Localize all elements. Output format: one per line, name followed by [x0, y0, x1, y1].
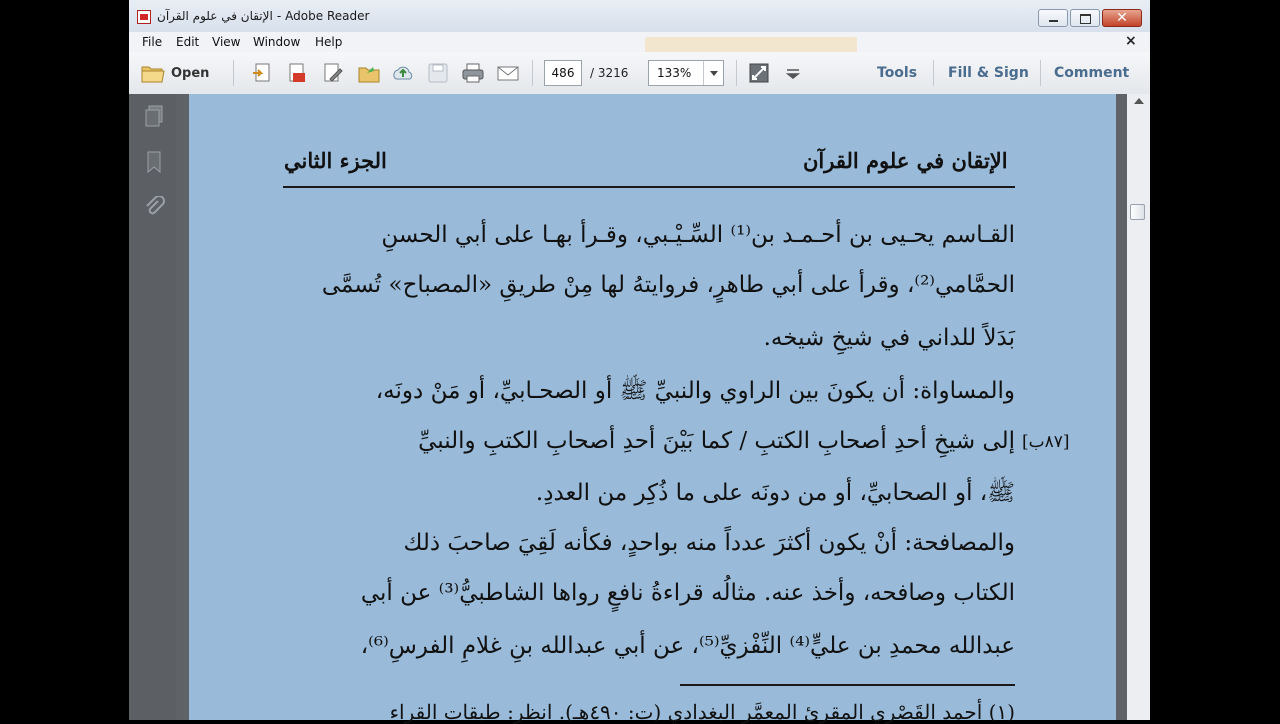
tools-link[interactable]: Tools — [877, 65, 917, 81]
document-close-icon[interactable]: × — [1125, 33, 1137, 49]
header-rule — [283, 186, 1015, 188]
text-line: القـاسم يحـيى بن أحـمـد بن⁽¹⁾ السِّـيْـب… — [381, 222, 1015, 248]
minimize-button[interactable] — [1038, 9, 1068, 27]
zoom-select[interactable]: 133% — [648, 60, 724, 86]
toolbar-separator — [1040, 60, 1041, 86]
margin-marker: [٨٧ب] — [1022, 432, 1070, 452]
text-line: والمساواة: أن يكونَ بين الراوي والنبيِّ … — [375, 378, 1015, 404]
reader-window: الإتقان في علوم القرآن - Adobe Reader ✕ Fi… — [129, 0, 1150, 720]
menu-view[interactable]: View — [212, 35, 240, 49]
toolbar-separator — [532, 60, 533, 86]
edit-pdf-icon[interactable] — [321, 61, 345, 85]
close-button[interactable]: ✕ — [1102, 9, 1142, 27]
text-line: الكتاب وصافحه، وأخذ عنه. مثالُه قراءةُ ن… — [360, 580, 1015, 606]
toolbar-separator — [933, 60, 934, 86]
toolbar-separator — [736, 60, 737, 86]
share-folder-icon[interactable] — [357, 61, 381, 85]
menu-edit[interactable]: Edit — [176, 35, 199, 49]
page-total: / 3216 — [590, 66, 629, 80]
chevron-down-icon[interactable] — [703, 61, 724, 85]
print-icon[interactable] — [461, 61, 485, 85]
title-bar: الإتقان في علوم القرآن - Adobe Reader ✕ — [129, 0, 1150, 32]
window-title: الإتقان في علوم القرآن - Adobe Reader — [157, 9, 369, 23]
bookmark-icon[interactable] — [143, 150, 165, 174]
folder-icon — [141, 66, 165, 83]
menu-file[interactable]: File — [142, 35, 162, 49]
close-icon: ✕ — [1116, 10, 1128, 26]
comment-link[interactable]: Comment — [1054, 65, 1129, 81]
email-icon[interactable] — [496, 61, 520, 85]
text-line: الحمَّامي⁽²⁾، وقرأ على أبي طاهرٍ، فروايت… — [321, 272, 1015, 298]
page-number-input[interactable]: 486 — [544, 60, 582, 86]
navigation-panel — [129, 94, 176, 720]
menu-window[interactable]: Window — [253, 35, 300, 49]
background-left — [0, 0, 129, 720]
create-pdf-icon[interactable] — [251, 61, 275, 85]
fill-sign-link[interactable]: Fill & Sign — [948, 65, 1029, 81]
footnote-line: (١) أحمد القَصْري المقرئ المعمَّر البغدا… — [389, 700, 1015, 724]
toolbar-options-icon[interactable] — [781, 61, 805, 85]
open-label[interactable]: Open — [171, 66, 209, 81]
text-line: ﷺ، أو الصحابيِّ، أو من دونَه على ما ذُكِ… — [535, 480, 1015, 506]
menu-bar: File Edit View Window Help × — [129, 32, 1150, 52]
open-button[interactable] — [139, 61, 167, 85]
footnote-rule — [680, 684, 1015, 686]
export-pdf-icon[interactable] — [285, 61, 309, 85]
zoom-value: 133% — [657, 66, 692, 80]
attachment-icon[interactable] — [143, 196, 165, 220]
maximize-button[interactable] — [1070, 9, 1100, 27]
save-icon[interactable] — [426, 61, 450, 85]
page-header-part: الجزء الثاني — [284, 148, 387, 173]
fit-page-icon[interactable] — [747, 61, 771, 85]
toolbar-separator — [233, 60, 234, 86]
vertical-scrollbar[interactable] — [1127, 94, 1150, 720]
text-line: إلى شيخِ أحدِ أصحابِ الكتبِ / كما بَيْنَ… — [418, 428, 1015, 454]
text-line: بَدَلاً للداني في شيخِ شيخه. — [763, 325, 1015, 351]
text-line: والمصافحة: أنْ يكون أكثرَ عدداً منه بواح… — [403, 530, 1015, 556]
scroll-up-icon[interactable] — [1134, 98, 1144, 104]
background-right — [1150, 0, 1280, 720]
scroll-thumb[interactable] — [1130, 204, 1145, 220]
page-header-title: الإتقان في علوم القرآن — [803, 148, 1008, 173]
pages-icon[interactable] — [143, 104, 165, 128]
menu-help[interactable]: Help — [315, 35, 342, 49]
app-name: Adobe Reader — [285, 9, 370, 23]
toolbar: Open 486 / 3216 133% Tools Fill & Sign C… — [129, 52, 1150, 95]
text-line: عبدالله محمدِ بن عليٍّ⁽⁴⁾ النِّفْزيِّ⁽⁵⁾… — [360, 633, 1015, 659]
pdf-icon — [137, 10, 151, 24]
doc-title: الإتقان في علوم القرآن — [157, 9, 273, 23]
title-separator: - — [276, 9, 282, 23]
upload-cloud-icon[interactable] — [391, 61, 415, 85]
